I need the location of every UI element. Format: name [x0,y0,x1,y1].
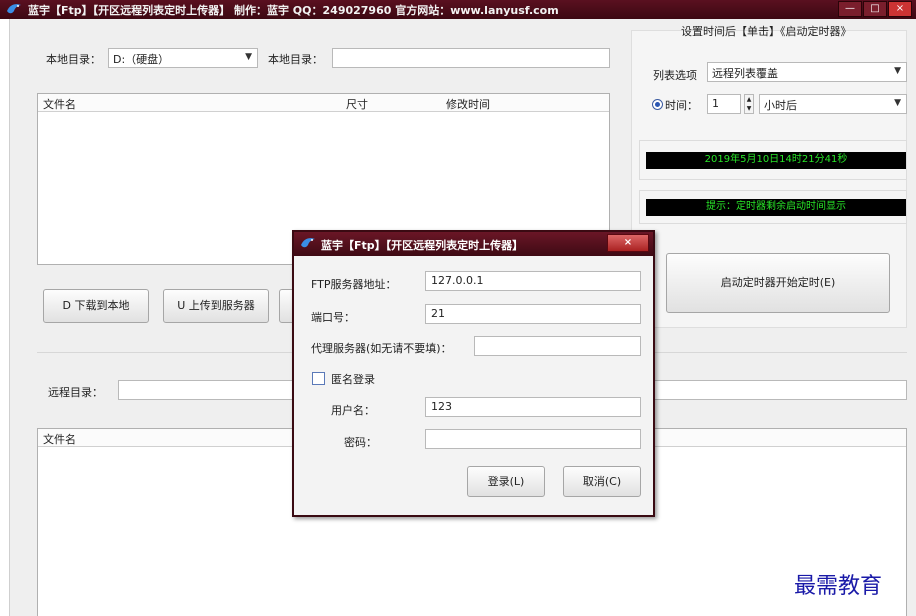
password-input[interactable] [425,429,641,449]
cancel-button[interactable]: 取消(C) [563,466,641,497]
watermark-text: 最需教育 [794,574,883,599]
anonymous-checkbox[interactable] [312,372,325,385]
time-unit-select[interactable]: 小时后 ▼ [759,94,907,114]
dialog-title: 蓝宇【Ftp】【开区远程列表定时上传器】 [321,239,524,252]
download-button[interactable]: D 下载到本地 [43,289,149,323]
local-drive-label: 本地目录： [46,53,101,66]
window-title: 蓝宇【Ftp】【开区远程列表定时上传器】 制作：蓝宇 QQ：249027960 … [28,4,559,17]
proxy-label: 代理服务器(如无请不要填)： [311,342,452,355]
spin-up-icon[interactable]: ▲ [747,96,752,103]
list-option-select[interactable]: 远程列表覆盖 ▼ [707,62,907,82]
hint-display: 提示：定时器剩余启动时间显示 [646,199,906,216]
time-radio[interactable] [652,99,663,110]
dialog-bird-icon [301,238,315,248]
username-input[interactable]: 123 [425,397,641,417]
time-unit-value: 小时后 [764,99,797,112]
app-bird-icon [7,4,21,14]
time-spinner[interactable]: ▲ ▼ [744,94,754,114]
time-input[interactable]: 1 [707,94,741,114]
remote-dir-label: 远程目录： [48,386,103,399]
dropdown-arrow-icon: ▼ [245,52,252,62]
server-input[interactable]: 127.0.0.1 [425,271,641,291]
list-option-value: 远程列表覆盖 [712,67,778,80]
proxy-input[interactable] [474,336,641,356]
login-button[interactable]: 登录(L) [467,466,545,497]
anonymous-label[interactable]: 匿名登录 [331,371,375,387]
window-controls: — □ × [838,1,912,17]
spin-down-icon[interactable]: ▼ [747,105,752,112]
port-input[interactable]: 21 [425,304,641,324]
dialog-close-button[interactable]: × [607,234,649,252]
dropdown-arrow-icon: ▼ [894,66,901,76]
start-timer-button[interactable]: 启动定时器开始定时(E) [666,253,890,313]
window-titlebar: 蓝宇【Ftp】【开区远程列表定时上传器】 制作：蓝宇 QQ：249027960 … [0,0,916,19]
password-label: 密码： [344,436,377,449]
local-dir-input[interactable] [332,48,610,68]
column-size[interactable]: 尺寸 [346,96,368,112]
close-button[interactable]: × [888,1,912,17]
username-label: 用户名： [331,404,375,417]
maximize-button[interactable]: □ [863,1,887,17]
drive-select[interactable]: D:（硬盘） ▼ [108,48,258,68]
dropdown-arrow-icon: ▼ [894,98,901,108]
local-dir-label: 本地目录： [268,53,323,66]
list-option-label: 列表选项 [653,69,697,82]
clock-display: 2019年5月10日14时21分41秒 [646,152,906,169]
column-modified[interactable]: 修改时间 [446,96,490,112]
login-dialog: 蓝宇【Ftp】【开区远程列表定时上传器】 × FTP服务器地址： 127.0.0… [292,230,655,517]
column-filename[interactable]: 文件名 [43,96,76,112]
remote-column-filename[interactable]: 文件名 [43,431,76,447]
timer-panel-header: 设置时间后【单击】《启动定时器》 [681,25,852,38]
drive-select-value: D:（硬盘） [113,53,170,66]
minimize-button[interactable]: — [838,1,862,17]
dialog-titlebar: 蓝宇【Ftp】【开区远程列表定时上传器】 × [294,232,653,256]
time-label: 时间： [665,99,698,112]
port-label: 端口号： [311,311,355,324]
server-label: FTP服务器地址： [311,278,397,291]
local-list-header: 文件名 尺寸 修改时间 [38,94,609,112]
upload-button[interactable]: U 上传到服务器 [163,289,269,323]
